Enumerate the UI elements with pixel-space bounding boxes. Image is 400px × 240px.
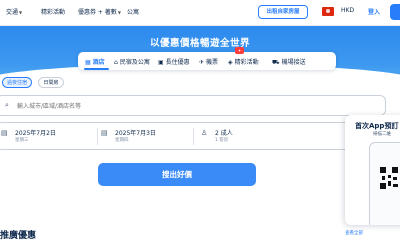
tab-long-stays[interactable]: ▣ 長住優惠 [158,57,190,66]
chevron-down-icon: ▼ [117,10,121,15]
top-navigation: 交通▼ 精彩活動 優惠券 + 著數▼ 公寓 出租自家房屋 HKD 登入 [0,0,400,26]
nav-item-label: 優惠券 + 著數 [78,9,117,16]
tab-label: 長住優惠 [165,59,190,66]
tab-label: 民宿及公寓 [119,59,150,66]
guests-rooms: 1 客房 [215,138,229,143]
promo-subtitle: 掃描二維 [373,132,391,137]
list-property-button[interactable]: 出租自家房屋 [258,5,308,19]
nav-item-label: 精彩活動 [41,9,66,16]
trip-type-day-use[interactable]: 日間房 [38,77,64,88]
nav-item-activities[interactable]: 精彩活動 [41,7,65,16]
tab-label: 機場接送 [281,59,306,66]
qr-code-icon [380,167,398,189]
new-badge-icon: ✦ [235,47,244,54]
destination-input[interactable] [17,100,317,112]
calendar-icon: ▣ [158,59,164,66]
dates-guests-row: ▤ 2025年7月2日 星期三 ▤ 2025年7月3日 星期四 ♙ 2 成人 1… [0,122,386,150]
search-icon: ⌕ [5,101,9,109]
hero-title: 以優惠價格暢遊全世界 [149,38,250,49]
person-icon: ♙ [201,129,208,137]
chevron-down-icon: ▼ [19,10,23,15]
destination-field[interactable]: ⌕ [0,95,386,116]
plane-icon: ✈ [199,59,205,66]
view-all-link[interactable]: 查看全部 [345,230,363,236]
tab-flights[interactable]: ✈ 機票 [199,57,218,66]
tab-label: 機票 [206,59,219,66]
tab-label: 精彩活動 [234,59,259,66]
search-button[interactable]: 搜出好價 [98,163,256,186]
checkin-field[interactable]: ▤ 2025年7月2日 星期三 [1,123,101,149]
hong-kong-flag-icon[interactable] [322,7,334,16]
tab-activities[interactable]: ◈ 精彩活動 [228,57,259,66]
trip-type-overnight[interactable]: 過夜住宿 [2,77,32,88]
nav-item-apartments[interactable]: 公寓 [127,7,139,16]
login-link[interactable]: 登入 [368,7,380,16]
tab-hotels[interactable]: ▦ 酒店 [85,57,105,66]
divider [97,128,98,145]
nav-item-label: 公寓 [127,9,140,16]
currency-selector[interactable]: HKD [341,7,354,14]
car-icon: ⛟ [272,59,280,66]
checkin-date: 2025年7月2日 [15,130,56,137]
guests-field[interactable]: ♙ 2 成人 1 客房 [201,123,321,149]
calendar-icon: ▤ [1,129,8,137]
calendar-icon: ▤ [101,129,108,137]
register-button[interactable] [390,4,400,20]
hotel-icon: ▦ [85,59,91,66]
tab-airport-transfer[interactable]: ⛟ 機場接送 [272,57,306,67]
checkout-weekday: 星期四 [115,138,129,143]
tab-label: 酒店 [92,59,105,66]
checkin-weekday: 星期三 [15,138,29,143]
active-tab-indicator [84,68,109,70]
section-title: 推廣優惠 [0,231,37,240]
checkout-date: 2025年7月3日 [115,130,156,137]
divider [193,128,194,145]
nav-item-label: 交通 [6,9,19,16]
product-tabs: ▦ 酒店 ⌂ 民宿及公寓 ▣ 長住優惠 ✈ 機票 ◈ 精彩活動 ✦ ⛟ 機場接送 [78,47,336,70]
app-promo-popup[interactable]: 首次App預訂 掃描二維 [345,115,400,225]
promo-title: 首次App預訂 [355,122,399,130]
nav-item-transport[interactable]: 交通▼ [6,7,22,16]
checkout-field[interactable]: ▤ 2025年7月3日 星期四 [101,123,196,149]
nav-item-coupons[interactable]: 優惠券 + 著數▼ [78,7,121,16]
guests-adults: 2 成人 [215,130,233,137]
phone-frame [369,142,400,225]
ticket-icon: ◈ [228,59,233,66]
tab-homes-apartments[interactable]: ⌂ 民宿及公寓 [114,57,150,66]
home-icon: ⌂ [114,59,118,66]
